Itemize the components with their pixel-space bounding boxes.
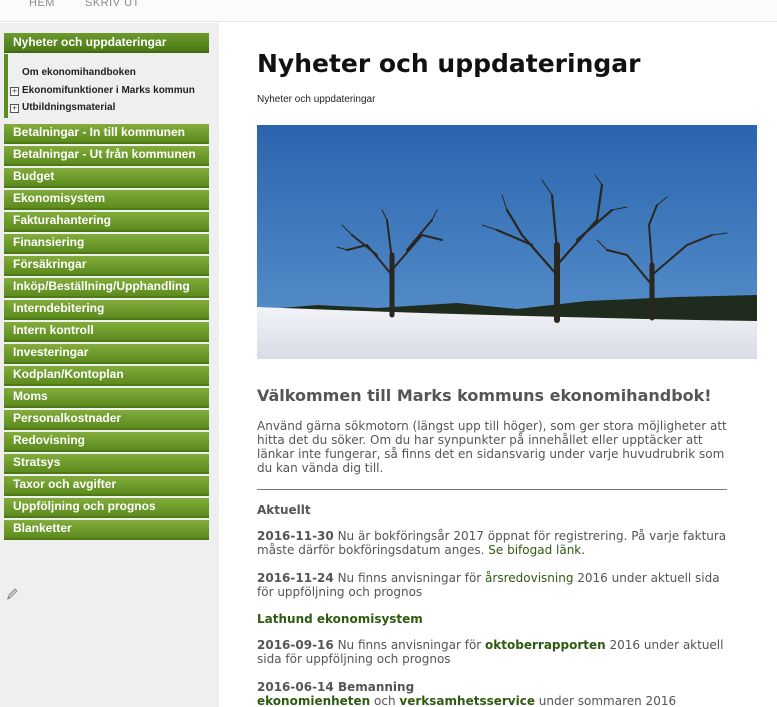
sidebar-item-label: Personalkostnader [13,411,122,425]
sidebar-item-label: Moms [13,389,48,403]
sidebar-item-kodplan-kontoplan[interactable]: Kodplan/Kontoplan [4,366,209,386]
page-title: Nyheter och uppdateringar [257,49,641,78]
sidebar-item-moms[interactable]: Moms [4,388,209,408]
sidebar-item-label: Finansiering [13,235,85,249]
sidebar-item-fakturahantering[interactable]: Fakturahantering [4,212,209,232]
news-link[interactable]: verksamhetsservice [399,694,535,707]
sidebar-item-investeringar[interactable]: Investeringar [4,344,209,364]
intro-text: Använd gärna sökmotorn (längst upp till … [257,419,727,475]
sidebar-item-label: Kodplan/Kontoplan [13,367,124,381]
sidebar-item-label: Inköp/Beställning/Upphandling [13,279,190,293]
sidebar-item-inköp-beställning-upphandling[interactable]: Inköp/Beställning/Upphandling [4,278,209,298]
sidebar-item-label: Uppföljning och prognos [13,499,156,513]
news-item: 2016-09-16 Nu finns anvisningar för okto… [257,638,737,666]
sidebar-item-redovisning[interactable]: Redovisning [4,432,209,452]
main-content: Nyheter och uppdateringar Nyheter och up… [219,23,777,707]
sidebar-item-label: Betalningar - In till kommunen [13,125,186,139]
news-date: 2016-09-16 [257,638,334,652]
sidebar-item-betalningar-in-till-kommunen[interactable]: Betalningar - In till kommunen [4,124,209,144]
news-title: Bemanning [333,680,415,694]
sidebar-item-personalkostnader[interactable]: Personalkostnader [4,410,209,430]
news-link[interactable]: årsredovisning [485,571,573,585]
submenu-item-utbildningsmaterial[interactable]: + Utbildningsmaterial [8,102,208,118]
submenu-item-om-ekonomihandboken[interactable]: Om ekonomihandboken [8,67,208,83]
sidebar-item-taxor-och-avgifter[interactable]: Taxor och avgifter [4,476,209,496]
sidebar-item-blanketter[interactable]: Blanketter [4,520,209,540]
sidebar-item-stratsys[interactable]: Stratsys [4,454,209,474]
hero-image-winter-trees [257,125,757,359]
sidebar-item-label: Ekonomisystem [13,191,106,205]
sidebar-item-finansiering[interactable]: Finansiering [4,234,209,254]
sidebar-item-label: Interndebitering [13,301,105,315]
sidebar-item-label: Fakturahantering [13,213,112,227]
lathund-link[interactable]: Lathund ekonomisystem [257,612,423,626]
news-date: 2016-06-14 [257,680,334,694]
expand-icon[interactable]: + [10,104,19,113]
news-item: 2016-06-14 Bemanning ekonomienheten och … [257,680,737,707]
divider [257,489,727,490]
sidebar-item-budget[interactable]: Budget [4,168,209,188]
top-navigation: HEM SKRIV UT [0,0,777,22]
submenu-item-ekonomifunktioner[interactable]: + Ekonomifunktioner i Marks kommun [8,85,208,101]
submenu-item-label: Om ekonomihandboken [22,67,136,78]
edit-icon[interactable] [6,586,20,600]
sidebar-item-label: Redovisning [13,433,86,447]
sidebar-item-betalningar-ut-från-kommunen[interactable]: Betalningar - Ut från kommunen [4,146,209,166]
sidebar-item-label: Intern kontroll [13,323,94,337]
news-text: och [370,694,400,707]
expand-icon[interactable]: + [10,87,19,96]
section-heading-aktuellt: Aktuellt [257,503,311,517]
print-link[interactable]: SKRIV UT [85,0,140,9]
sidebar-item-label: Taxor och avgifter [13,477,117,491]
sidebar-item-label: Stratsys [13,455,61,469]
sidebar-item-label: Budget [13,169,55,183]
sidebar: Nyheter och uppdateringar Om ekonomihand… [0,23,219,707]
sidebar-item-interndebitering[interactable]: Interndebitering [4,300,209,320]
news-date: 2016-11-24 [257,571,334,585]
submenu-item-label: Ekonomifunktioner i Marks kommun [22,85,195,96]
news-link[interactable]: Se bifogad länk. [488,543,585,557]
welcome-heading: Välkommen till Marks kommuns ekonomihand… [257,386,712,405]
sidebar-item-intern-kontroll[interactable]: Intern kontroll [4,322,209,342]
breadcrumb: Nyheter och uppdateringar [257,94,376,105]
sidebar-item-label: Investeringar [13,345,89,359]
sidebar-item-label: Försäkringar [13,257,87,271]
news-text: Nu finns anvisningar för [333,638,486,652]
sidebar-item-label: Blanketter [13,521,72,535]
sidebar-active-section[interactable]: Nyheter och uppdateringar [4,33,209,53]
sidebar-item-uppföljning-och-prognos[interactable]: Uppföljning och prognos [4,498,209,518]
news-item: 2016-11-24 Nu finns anvisningar för årsr… [257,571,737,599]
news-link[interactable]: ekonomienheten [257,694,370,707]
sidebar-active-section-label: Nyheter och uppdateringar [13,35,167,49]
home-link[interactable]: HEM [29,0,55,9]
sidebar-item-label: Betalningar - Ut från kommunen [13,147,196,161]
news-text: Nu finns anvisningar för [333,571,486,585]
news-text: under sommaren 2016 [534,694,677,707]
news-link[interactable]: oktoberrapporten [485,638,606,652]
submenu-item-label: Utbildningsmaterial [22,102,116,113]
news-date: 2016-11-30 [257,529,334,543]
news-item: 2016-11-30 Nu är bokföringsår 2017 öppna… [257,529,737,557]
sidebar-item-ekonomisystem[interactable]: Ekonomisystem [4,190,209,210]
sidebar-item-försäkringar[interactable]: Försäkringar [4,256,209,276]
